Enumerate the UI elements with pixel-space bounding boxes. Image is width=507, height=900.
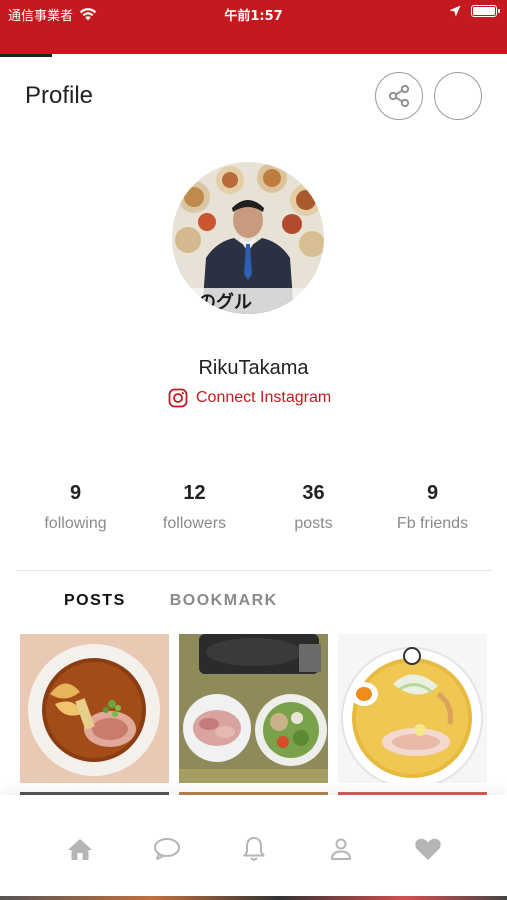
nav-favorites[interactable] bbox=[414, 835, 442, 863]
avatar[interactable]: 独のグル bbox=[172, 162, 324, 314]
stat-value: 36 bbox=[302, 482, 325, 504]
nav-notifications[interactable] bbox=[240, 835, 268, 863]
stat-fb-friends[interactable]: 9 Fb friends bbox=[373, 482, 492, 533]
username: RikuTakama bbox=[198, 357, 309, 379]
instagram-icon bbox=[168, 388, 188, 408]
options-button[interactable] bbox=[434, 72, 482, 120]
stat-followers[interactable]: 12 followers bbox=[135, 482, 254, 533]
nav-chat[interactable] bbox=[153, 835, 181, 863]
bottom-edge bbox=[0, 896, 507, 900]
post-grid bbox=[20, 634, 487, 783]
stat-label: Fb friends bbox=[396, 515, 469, 532]
stat-following[interactable]: 9 following bbox=[16, 482, 135, 533]
stat-value: 12 bbox=[183, 482, 206, 504]
connect-instagram-link[interactable]: Connect Instagram bbox=[168, 388, 331, 408]
tab-bookmark[interactable]: BOOKMARK bbox=[170, 592, 278, 610]
content-tabs: POSTS BOOKMARK bbox=[64, 592, 278, 610]
post-thumbnail-hot-pot[interactable] bbox=[179, 634, 328, 783]
status-right bbox=[449, 5, 500, 17]
stat-value: 9 bbox=[426, 482, 439, 504]
share-button[interactable] bbox=[375, 72, 423, 120]
hotpot-image bbox=[179, 634, 328, 783]
stat-label: posts bbox=[294, 515, 333, 532]
stat-value: 9 bbox=[69, 482, 82, 504]
bell-icon bbox=[243, 837, 264, 861]
bottom-nav bbox=[0, 795, 507, 900]
stat-posts[interactable]: 36 posts bbox=[254, 482, 373, 533]
person-icon bbox=[330, 838, 351, 860]
location-arrow-icon bbox=[449, 5, 461, 17]
status-time: 午前1:57 bbox=[224, 9, 283, 24]
heart-icon bbox=[414, 838, 441, 860]
battery-icon bbox=[471, 5, 500, 17]
status-bar: 通信事業者 午前1:57 bbox=[0, 0, 507, 54]
share-icon bbox=[388, 84, 410, 108]
nav-profile[interactable] bbox=[327, 835, 355, 863]
stat-label: following bbox=[44, 515, 107, 532]
post-thumbnail-miso-ramen[interactable] bbox=[338, 634, 487, 783]
home-icon bbox=[67, 839, 92, 860]
miso-ramen-image bbox=[338, 634, 487, 783]
divider bbox=[16, 570, 492, 571]
page-title: Profile bbox=[25, 82, 94, 109]
chat-icon bbox=[153, 838, 180, 860]
connect-instagram-label: Connect Instagram bbox=[196, 389, 332, 406]
ramen-image bbox=[20, 634, 169, 783]
stat-label: followers bbox=[162, 515, 227, 532]
nav-home[interactable] bbox=[66, 835, 94, 863]
post-thumbnail-shoyu-ramen[interactable] bbox=[20, 634, 169, 783]
avatar-caption: 独のグル bbox=[180, 291, 252, 313]
avatar-image: 独のグル bbox=[172, 162, 324, 314]
top-indicator bbox=[0, 54, 52, 57]
tab-posts[interactable]: POSTS bbox=[64, 592, 126, 610]
stats-row: 9 following 12 followers 36 posts 9 Fb f… bbox=[16, 482, 492, 533]
